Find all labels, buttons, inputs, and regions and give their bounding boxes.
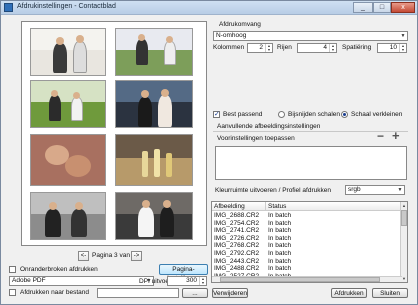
- table-header: Afbeelding Status: [212, 202, 402, 211]
- table-row[interactable]: IMG_2741.CR2 In batch: [212, 227, 402, 235]
- print-button[interactable]: Afdrukken: [331, 288, 367, 298]
- app-icon: [4, 3, 13, 12]
- presets-label: Voorinstellingen toepassen: [217, 135, 295, 142]
- preview-photo: [30, 134, 106, 186]
- image-name-cell: IMG_2754.CR2: [214, 219, 260, 227]
- dpi-value: 300: [186, 277, 197, 284]
- color-space-select[interactable]: srgb ▼: [345, 185, 405, 195]
- table-row[interactable]: IMG_2754.CR2 In batch: [212, 220, 402, 228]
- print-size-select[interactable]: N-omhoog ▼: [213, 31, 408, 41]
- image-name-cell: IMG_2792.CR2: [214, 250, 260, 257]
- table-row[interactable]: IMG_2488.CR2 In batch: [212, 265, 402, 273]
- scroll-up-icon[interactable]: ▲: [401, 202, 407, 209]
- columns-input[interactable]: 2 ▲ ▼: [247, 43, 273, 53]
- dpi-input[interactable]: 300 ▲ ▼: [167, 276, 207, 286]
- scroll-thumb[interactable]: [401, 210, 407, 226]
- chevron-down-icon: ▼: [400, 33, 406, 39]
- image-name-cell: IMG_2688.CR2: [214, 212, 260, 219]
- columns-value: 2: [259, 44, 263, 51]
- table-row[interactable]: IMG_2688.CR2 In batch: [212, 212, 402, 220]
- preview-photo: [30, 192, 106, 240]
- crop-radio[interactable]: [278, 111, 285, 118]
- preview-photo: [30, 28, 106, 76]
- spin-arrows-icon[interactable]: ▲ ▼: [265, 44, 272, 52]
- spin-arrows-icon[interactable]: ▲ ▼: [199, 277, 206, 285]
- table-row[interactable]: IMG_2792.CR2 In batch: [212, 250, 402, 258]
- image-name-cell: IMG_2768.CR2: [214, 242, 260, 250]
- print-size-label: Afdrukomvang: [219, 21, 261, 28]
- printer-select[interactable]: Adobe PDF ▼: [9, 276, 154, 286]
- status-cell: In batch: [268, 227, 292, 235]
- shrink-label: Schaal verkleinen: [351, 111, 403, 118]
- table-row[interactable]: IMG_2726.CR2 In batch: [212, 235, 402, 243]
- preview-photo: [115, 192, 193, 240]
- borderless-label: Onranderbroken afdrukken: [20, 266, 98, 273]
- printer-select-value: Adobe PDF: [12, 277, 46, 284]
- columns-label: Kolommen: [213, 44, 245, 51]
- close-window-button[interactable]: x: [391, 2, 415, 13]
- maximize-button[interactable]: □: [373, 2, 391, 13]
- table-row[interactable]: IMG_2443.CR2 In batch: [212, 258, 402, 266]
- best-fit-checkbox[interactable]: [213, 110, 220, 118]
- image-name-cell: IMG_2443.CR2: [214, 257, 260, 265]
- minus-icon[interactable]: −: [377, 129, 384, 143]
- window-title: Afdrukinstellingen - Contactblad: [17, 3, 116, 10]
- close-button[interactable]: Sluiten: [372, 288, 408, 298]
- status-cell: In batch: [268, 234, 292, 242]
- table-row[interactable]: IMG_2768.CR2 In batch: [212, 242, 402, 250]
- preview-photo: [115, 28, 193, 76]
- preview-photo: [115, 80, 193, 128]
- best-fit-label: Best passend: [223, 111, 263, 118]
- page-indicator: Pagina 3 van 3: [92, 252, 136, 259]
- status-cell: In batch: [268, 257, 292, 265]
- status-cell: In batch: [268, 242, 292, 250]
- spacing-label: Spatiëring: [342, 44, 372, 51]
- print-preview: [21, 21, 207, 246]
- image-name-cell: IMG_2741.CR2: [214, 227, 260, 235]
- scroll-thumb[interactable]: [220, 277, 380, 282]
- color-space-label: Kleurruimte uitvoeren / Profiel afdrukke…: [215, 187, 331, 194]
- presets-box[interactable]: [215, 146, 407, 180]
- image-table[interactable]: Afbeelding Status IMG_2688.CR2 In batch IM…: [211, 201, 408, 283]
- preview-photo: [30, 80, 106, 128]
- spacing-value: 10: [389, 44, 397, 51]
- color-space-value: srgb: [348, 186, 361, 193]
- plus-icon[interactable]: +: [392, 128, 400, 143]
- preview-photo: [115, 134, 193, 186]
- spin-arrows-icon[interactable]: ▲ ▼: [399, 44, 406, 52]
- vertical-scrollbar[interactable]: ▲ ▼: [400, 202, 407, 282]
- column-header-status[interactable]: Status: [266, 202, 402, 211]
- crop-label: Bijsnijden schalen: [288, 111, 341, 118]
- spin-arrows-icon[interactable]: ▲ ▼: [329, 44, 336, 52]
- file-path-input[interactable]: [97, 288, 179, 298]
- extra-settings-label: Aanvullende afbeeldingsinstellingen: [217, 123, 321, 130]
- prev-page-button[interactable]: <-: [78, 251, 89, 261]
- chevron-down-icon: ▼: [397, 187, 403, 193]
- borderless-checkbox[interactable]: [9, 266, 16, 273]
- status-cell: In batch: [268, 250, 292, 257]
- spacing-input[interactable]: 10 ▲ ▼: [377, 43, 407, 53]
- remove-button[interactable]: Verwijderen: [212, 288, 248, 298]
- image-name-cell: IMG_2488.CR2: [214, 265, 260, 273]
- print-size-value: N-omhoog: [216, 32, 247, 39]
- browse-button[interactable]: ...: [182, 288, 208, 298]
- page-settings-button[interactable]: Pagina-instellingen: [159, 264, 208, 282]
- status-cell: In batch: [268, 212, 292, 219]
- status-cell: In batch: [268, 265, 292, 273]
- minimize-button[interactable]: _: [353, 2, 373, 13]
- shrink-radio[interactable]: [341, 111, 348, 118]
- status-cell: In batch: [268, 219, 292, 227]
- rows-label: Rijen: [277, 44, 292, 51]
- next-page-button[interactable]: ->: [131, 251, 142, 261]
- print-to-file-label: Afdrukken naar bestand: [20, 289, 90, 296]
- rows-input[interactable]: 4 ▲ ▼: [297, 43, 337, 53]
- title-bar: Afdrukinstellingen - Contactblad _ □ x: [1, 1, 417, 15]
- rows-value: 4: [323, 44, 327, 51]
- print-settings-window: Afdrukinstellingen - Contactblad _ □ x <…: [0, 0, 418, 305]
- print-to-file-checkbox[interactable]: [9, 289, 16, 296]
- horizontal-scrollbar[interactable]: [212, 276, 402, 282]
- column-header-image[interactable]: Afbeelding: [212, 202, 266, 211]
- image-name-cell: IMG_2726.CR2: [214, 234, 260, 242]
